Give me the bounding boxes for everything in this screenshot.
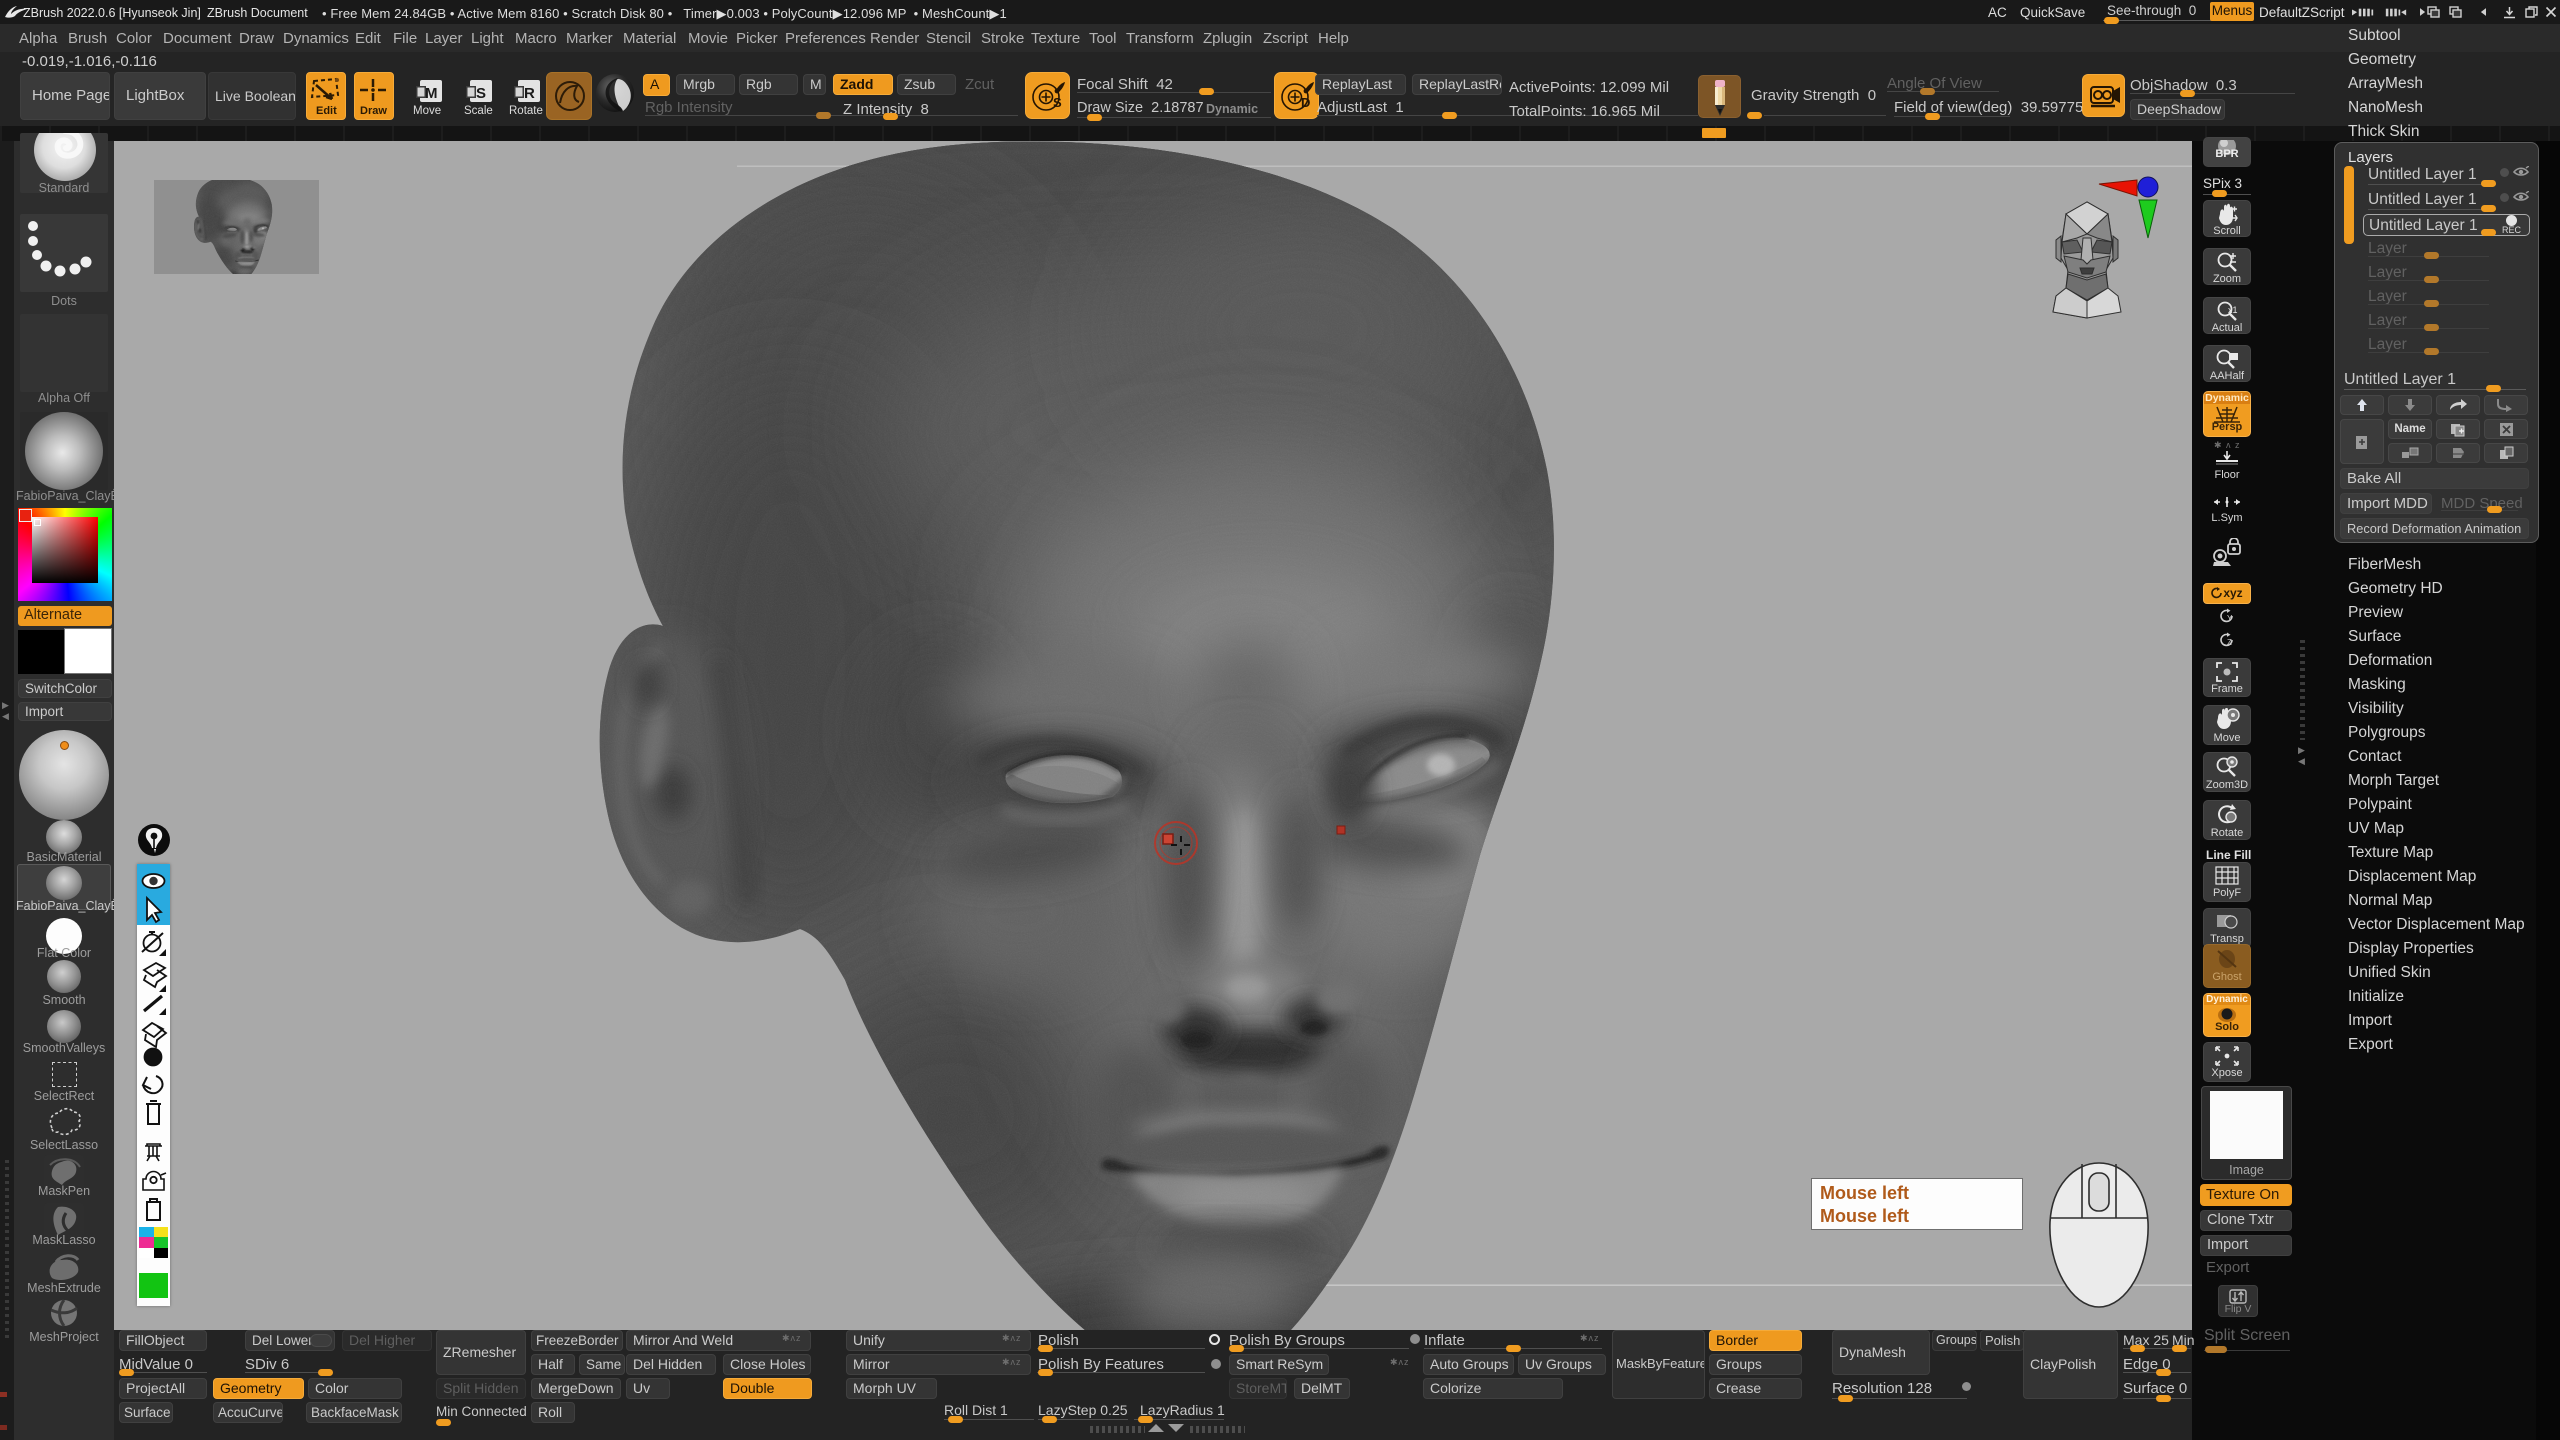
svg-text:x1: x1 (2228, 305, 2238, 315)
svg-text:Y: Y (2227, 614, 2233, 623)
svg-text:Z: Z (2227, 638, 2232, 647)
